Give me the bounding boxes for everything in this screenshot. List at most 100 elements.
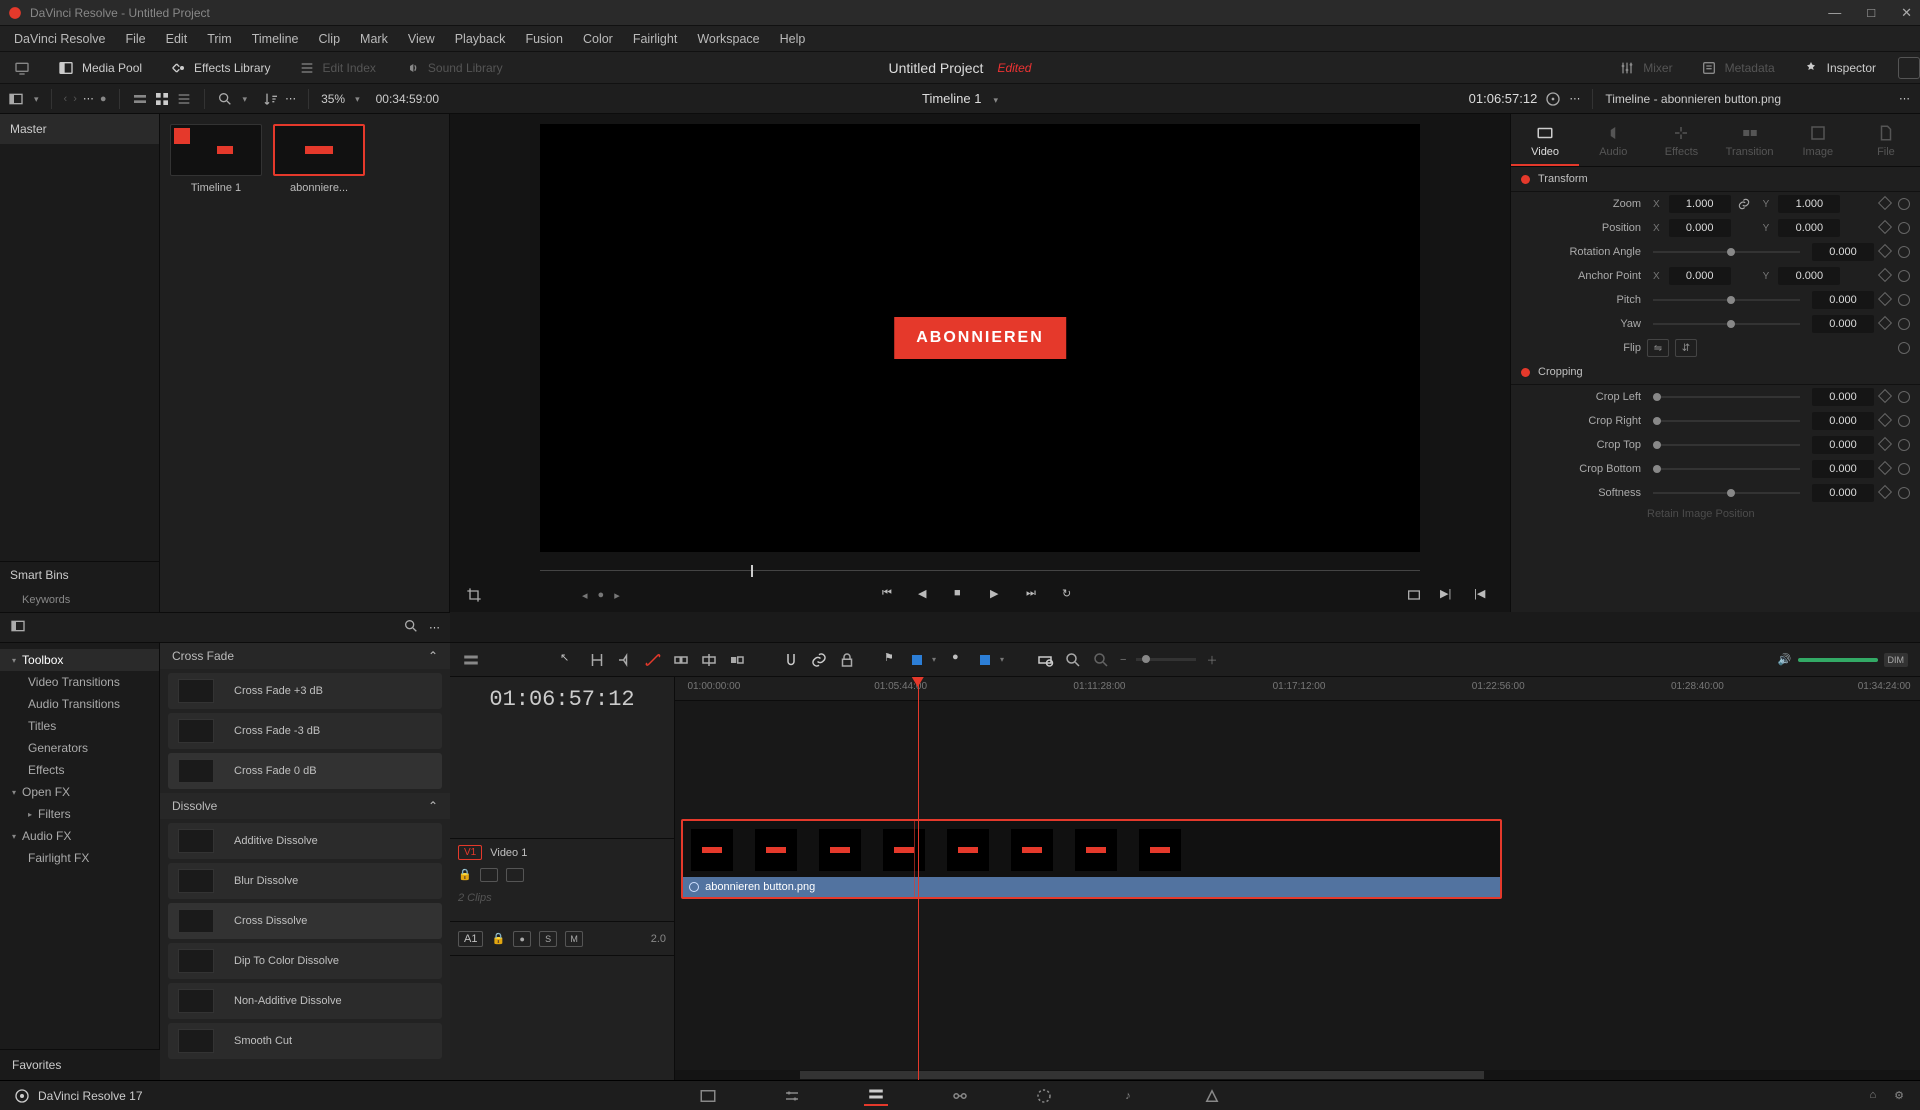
reset-icon[interactable] [1898,246,1910,258]
video-track[interactable]: abonnieren button.png [675,817,1900,901]
stripview-icon[interactable] [132,91,148,107]
keyframe-icon[interactable] [1878,437,1892,451]
page-edit[interactable] [864,1086,888,1106]
pitch-slider[interactable] [1653,299,1800,301]
keyframe-icon[interactable] [1878,389,1892,403]
softness-slider[interactable] [1653,492,1800,494]
keyframe-icon[interactable] [1878,461,1892,475]
video-track-header[interactable]: V1Video 1 🔒 2 Clips [450,838,674,922]
lock-icon[interactable]: 🔒 [491,932,505,945]
arrow-tool-icon[interactable]: ↖ [560,651,578,669]
first-frame-icon[interactable]: ⏮ [882,587,898,603]
timeline-scrollbar[interactable] [675,1070,1920,1080]
page-media[interactable] [696,1086,720,1106]
tab-file[interactable]: File [1852,118,1920,166]
zoom-y-input[interactable] [1778,195,1840,213]
fx-item[interactable]: Cross Dissolve [168,903,442,939]
page-deliver[interactable] [1200,1086,1224,1106]
smart-bin-keywords[interactable]: Keywords [0,588,159,612]
prev-frame-icon[interactable]: ◀ [918,587,934,603]
yaw-slider[interactable] [1653,323,1800,325]
fx-item[interactable]: Blur Dissolve [168,863,442,899]
fx-group[interactable]: Cross Fade⌃ [160,643,450,669]
insert-icon[interactable] [672,651,690,669]
toggle-edit-index[interactable]: Edit Index [285,60,390,76]
crop-right-slider[interactable] [1653,420,1800,422]
node-fairlightfx[interactable]: Fairlight FX [0,847,159,869]
audio-track-header[interactable]: A1 🔒 ● S M 2.0 [450,922,674,956]
lock-icon[interactable]: 🔒 [458,868,472,882]
view-options-icon[interactable] [462,651,480,669]
node-filters[interactable]: ▸Filters [0,803,159,825]
timeline-ruler[interactable]: 01:00:00:00 01:05:44:00 01:11:28:00 01:1… [675,677,1920,701]
viewer-zoom[interactable]: 35% [321,92,345,106]
bin-view-menu[interactable] [30,93,39,105]
menu-fusion[interactable]: Fusion [515,32,573,46]
reset-icon[interactable] [1898,270,1910,282]
dim-button[interactable]: DIM [1884,653,1909,667]
page-fusion[interactable] [948,1086,972,1106]
menu-view[interactable]: View [398,32,445,46]
rotation-input[interactable] [1812,243,1874,261]
section-transform[interactable]: Transform [1511,167,1920,192]
crop-right-input[interactable] [1812,412,1874,430]
bin-view-icon[interactable] [8,91,24,107]
zoom-x-input[interactable] [1669,195,1731,213]
bin-master[interactable]: Master [0,114,159,144]
menu-mark[interactable]: Mark [350,32,398,46]
volume-control[interactable]: 🔊 DIM [1778,653,1908,667]
window-close[interactable]: ✕ [1901,5,1912,21]
timeline-tracks[interactable]: 01:00:00:00 01:05:44:00 01:11:28:00 01:1… [675,677,1920,1080]
window-maximize[interactable]: □ [1867,5,1875,21]
reset-icon[interactable] [1898,294,1910,306]
nav-fwd[interactable]: › [73,93,77,105]
timeline-name[interactable]: Timeline 1 [922,91,981,106]
thumbview-icon[interactable] [154,91,170,107]
node-audio-transitions[interactable]: Audio Transitions [0,693,159,715]
page-cut[interactable] [780,1086,804,1106]
match-frame-icon[interactable] [1406,587,1422,603]
node-effects[interactable]: Effects [0,759,159,781]
solo-button[interactable]: S [539,931,557,947]
menu-help[interactable]: Help [770,32,816,46]
lock-icon[interactable] [838,651,856,669]
track-tag[interactable]: V1 [458,845,482,860]
reset-icon[interactable] [1898,415,1910,427]
fx-item[interactable]: Non-Additive Dissolve [168,983,442,1019]
crop-left-slider[interactable] [1653,396,1800,398]
node-openfx[interactable]: ▾Open FX [0,781,159,803]
timeline-clip[interactable]: abonnieren button.png [681,819,1502,899]
razor-tool-icon[interactable] [644,651,662,669]
mute-button[interactable]: M [565,931,583,947]
crop-bottom-slider[interactable] [1653,468,1800,470]
home-icon[interactable]: ⌂ [1869,1089,1876,1102]
reset-icon[interactable] [1898,439,1910,451]
viewer-options[interactable]: ⋯ [1569,92,1580,105]
node-generators[interactable]: Generators [0,737,159,759]
keyframe-icon[interactable] [1878,244,1892,258]
enable-dot-icon[interactable] [1521,368,1530,377]
menu-color[interactable]: Color [573,32,623,46]
tab-transition[interactable]: Transition [1716,118,1784,166]
link-icon[interactable] [810,651,828,669]
range-icon[interactable] [1036,651,1054,669]
flag-icon[interactable]: ⚑ [884,651,902,669]
fx-item[interactable]: Cross Fade -3 dB [168,713,442,749]
tab-audio[interactable]: Audio [1579,118,1647,166]
zoom-in-icon[interactable] [1064,651,1082,669]
anchor-y-input[interactable] [1778,267,1840,285]
toggle-media-pool[interactable]: Media Pool [44,60,156,76]
toggle-metadata[interactable]: Metadata [1687,60,1789,76]
toggle-inspector[interactable]: Inspector [1789,60,1890,76]
track-thumb-b[interactable] [506,868,524,882]
keyframe-icon[interactable] [1878,220,1892,234]
timeline-select-menu[interactable] [989,91,998,106]
menu-playback[interactable]: Playback [445,32,516,46]
trim-tool-icon[interactable] [588,651,606,669]
nav-more[interactable]: ⋯ [83,92,94,105]
viewer-scrubber[interactable] [540,562,1420,578]
loop-icon[interactable]: ↻ [1062,587,1078,603]
keyframe-icon[interactable] [1878,485,1892,499]
crop-icon[interactable] [466,587,482,603]
flip-v-button[interactable]: ⇵ [1675,339,1697,357]
